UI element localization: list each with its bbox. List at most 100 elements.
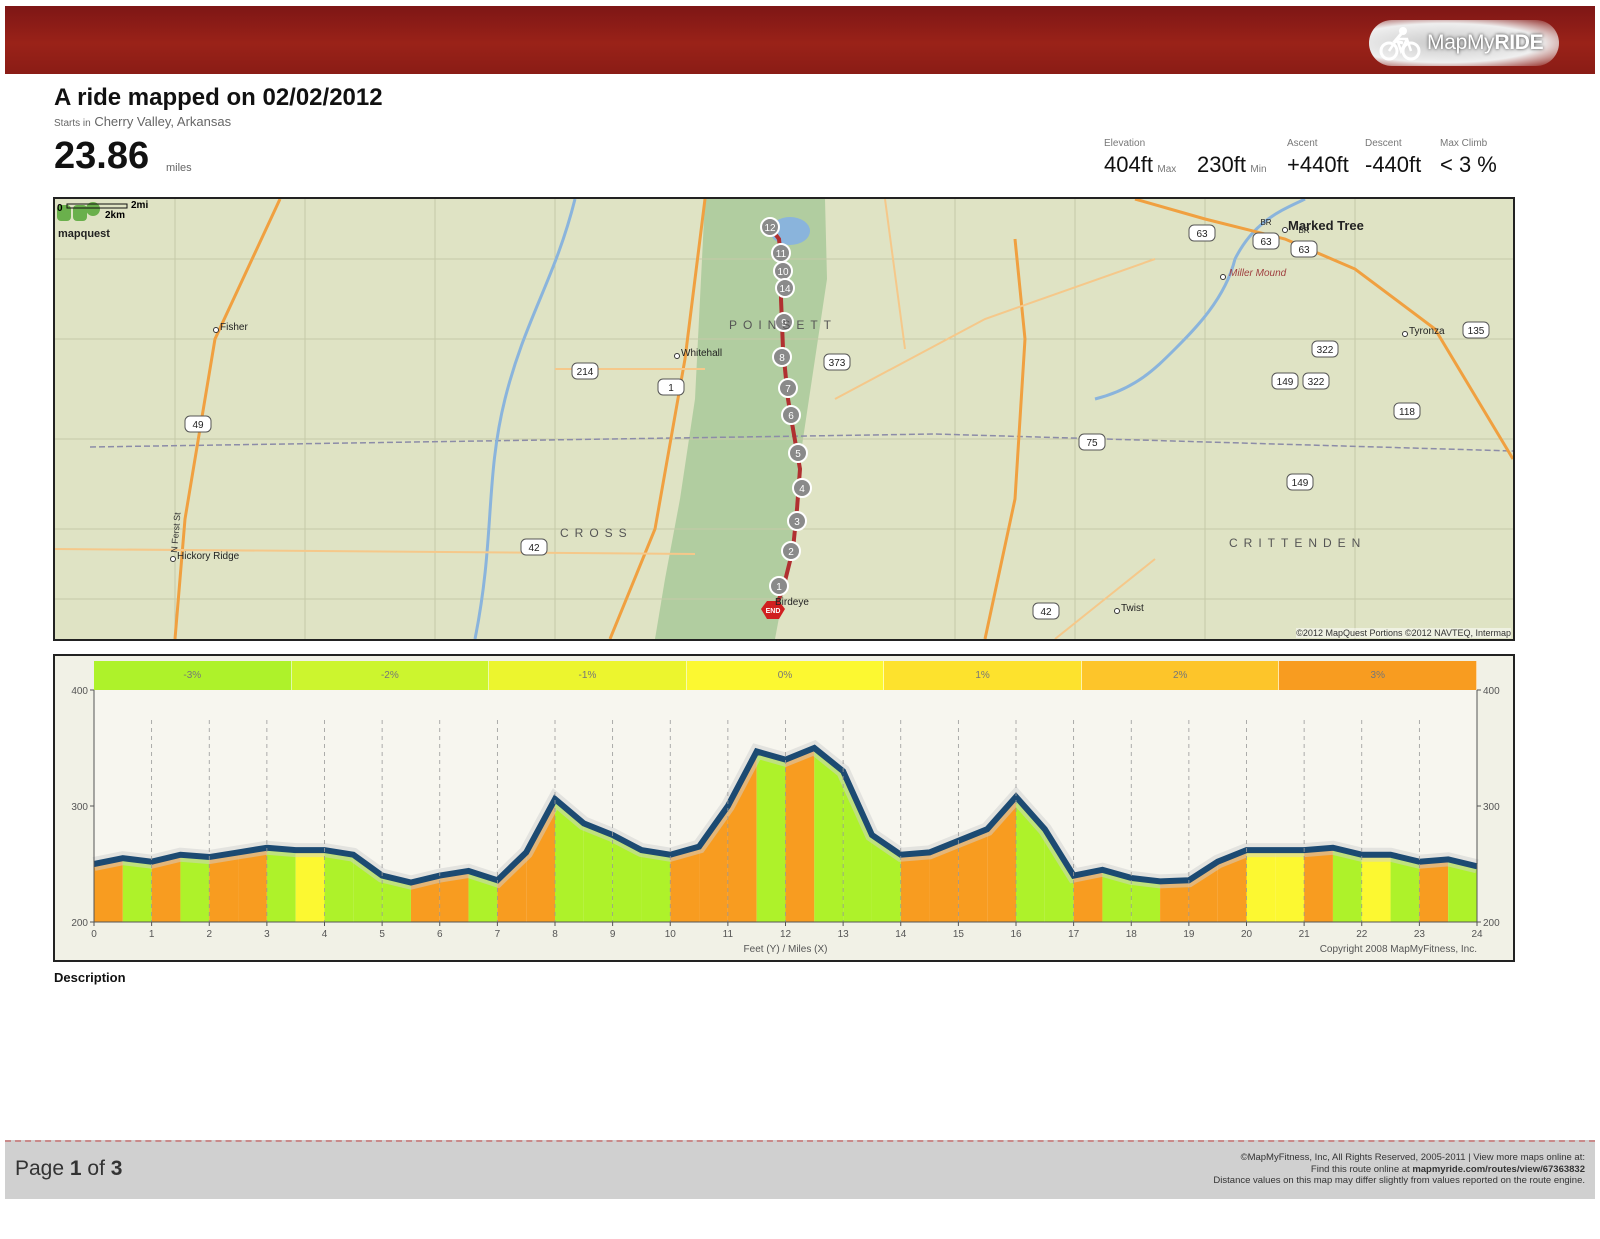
x-tick-label: 22 [1356, 929, 1368, 940]
route-marker[interactable]: 10 [773, 261, 793, 281]
route-shield: 135 [1462, 321, 1490, 339]
grade-segment [900, 852, 930, 922]
route-marker[interactable]: 6 [781, 405, 801, 425]
route-marker[interactable]: 2 [781, 541, 801, 561]
route-shield: 322 [1311, 340, 1339, 358]
route-marker[interactable]: 3 [787, 511, 807, 531]
route-shield-label: 322 [1308, 377, 1325, 388]
x-tick-label: 4 [322, 929, 328, 940]
footer-copyright: ©MapMyFitness, Inc, All Rights Reserved,… [1240, 1152, 1585, 1163]
x-tick-label: 21 [1299, 929, 1311, 940]
route-marker-label: 6 [788, 411, 794, 422]
route-marker[interactable]: 5 [788, 443, 808, 463]
footer: Page 1 of 3 ©MapMyFitness, Inc, All Righ… [5, 1140, 1595, 1199]
x-tick-label: 11 [723, 929, 734, 940]
grade-segment [756, 751, 786, 922]
town-dot [1282, 227, 1288, 233]
x-tick-label: 24 [1471, 929, 1483, 940]
route-marker-label: 1 [776, 582, 782, 593]
svg-text:0: 0 [57, 203, 63, 214]
route-marker-label: 2 [788, 547, 794, 558]
town-label: Tyronza [1409, 326, 1445, 337]
max-climb-stat: Max Climb < 3 % [1440, 138, 1497, 177]
cyclist-icon [1379, 27, 1421, 61]
elevation-max-stat: Elevation 404ft Max [1104, 138, 1177, 177]
header-bar: MapMyRIDE [5, 6, 1595, 74]
grade-segment [1304, 847, 1333, 922]
page-title: A ride mapped on 02/02/2012 [54, 84, 383, 111]
x-tick-label: 10 [665, 929, 677, 940]
route-marker[interactable]: 1 [769, 576, 789, 596]
grade-segment [1275, 850, 1305, 922]
description-label: Description [54, 970, 126, 985]
x-tick-label: 9 [610, 929, 616, 940]
brand-logo[interactable]: MapMyRIDE [1369, 20, 1559, 66]
x-tick-label: 13 [838, 929, 850, 940]
route-shield: 49 [184, 415, 212, 433]
town-label: Birdeye [775, 597, 809, 608]
grade-segment [1246, 850, 1276, 922]
svg-text:2mi: 2mi [131, 200, 148, 211]
brand-name: MapMyRIDE [1427, 31, 1544, 54]
route-marker-label: 11 [776, 249, 787, 260]
route-shield-label: 149 [1292, 478, 1309, 489]
route-shield-label: 63 [1196, 229, 1208, 240]
route-marker[interactable]: 7 [778, 378, 798, 398]
region-label: POINSETT [729, 318, 837, 332]
route-shield-label: 118 [1399, 407, 1415, 418]
y-tick-label: 300 [71, 802, 88, 813]
mapquest-wordmark: mapquest [58, 228, 110, 240]
map-copyright: ©2012 MapQuest Portions ©2012 NAVTEQ, In… [1296, 628, 1511, 638]
route-shield-label: 322 [1317, 345, 1334, 356]
footer-info: ©MapMyFitness, Inc, All Rights Reserved,… [1213, 1152, 1585, 1187]
highways [173, 199, 1513, 639]
page-indicator: Page 1 of 3 [15, 1157, 123, 1180]
footer-route-link[interactable]: Find this route online at mapmyride.com/… [1213, 1164, 1585, 1176]
route-marker-label: 14 [779, 284, 791, 295]
route-marker-label: 4 [799, 484, 805, 495]
footer-disclaimer: Distance values on this map may differ s… [1213, 1175, 1585, 1186]
route-marker-label: 12 [764, 223, 776, 234]
x-tick-label: 16 [1010, 929, 1022, 940]
route-marker[interactable]: 12 [760, 217, 780, 237]
start-location: Starts in Cherry Valley, Arkansas [54, 114, 232, 129]
svg-text:2km: 2km [105, 210, 125, 219]
route-marker[interactable]: 14 [775, 278, 795, 298]
route-shield: 118 [1393, 402, 1421, 420]
minor-roads [55, 199, 1156, 639]
descent-stat: Descent -440ft [1365, 138, 1422, 177]
x-axis-label: Feet (Y) / Miles (X) [744, 944, 828, 955]
grade-segment [238, 847, 267, 922]
grade-legend-item: 2% [1081, 661, 1280, 690]
grade-legend-item: -1% [489, 661, 687, 690]
chart-copyright: Copyright 2008 MapMyFitness, Inc. [1320, 944, 1477, 955]
grade-legend-item: -2% [291, 661, 490, 690]
x-tick-label: 15 [953, 929, 965, 940]
route-map[interactable]: 12 11 10 14 9 8 7 6 5 4 3 2 1 END 214 1 373 49 42 63 63 63 1… [53, 197, 1515, 641]
route-shield: 373 [823, 353, 851, 371]
town-label: Miller Mound [1229, 268, 1287, 279]
route-shield-label: 1 [668, 383, 674, 394]
route-marker[interactable]: 11 [771, 243, 791, 263]
route-marker[interactable]: 8 [772, 347, 792, 367]
route-marker-label: 10 [777, 267, 789, 278]
town-dot [1402, 331, 1408, 337]
map-canvas[interactable]: 12 11 10 149 8 7 6 5 4 3 2 1 END 214 1 373 49 42 63 63 63 1… [55, 199, 1513, 639]
route-shield-label: 149 [1277, 377, 1294, 388]
route-marker-label: 3 [794, 517, 800, 528]
route-shield-label: 373 [829, 358, 846, 369]
town-label: Marked Tree [1288, 218, 1364, 233]
x-tick-label: 0 [91, 929, 97, 940]
route-shield-label: 42 [528, 543, 540, 554]
route-shield: 42 [520, 538, 548, 556]
elevation-profile: 0 1 2 3 4 5 6 7 8 9 10 11 12 13 14 15 16 17 18 19 20 21 22 23 24… [53, 654, 1515, 962]
route-shield-label: 75 [1086, 438, 1098, 449]
y-tick-label-right: 400 [1483, 686, 1500, 697]
x-tick-label: 6 [437, 929, 443, 940]
grade-legend-item: -3% [94, 661, 292, 690]
grade-segment [1419, 859, 1449, 922]
route-shield-label: 42 [1040, 607, 1052, 618]
town-label: Hickory Ridge [177, 551, 240, 562]
route-marker[interactable]: 4 [792, 478, 812, 498]
grade-segment [785, 748, 815, 922]
